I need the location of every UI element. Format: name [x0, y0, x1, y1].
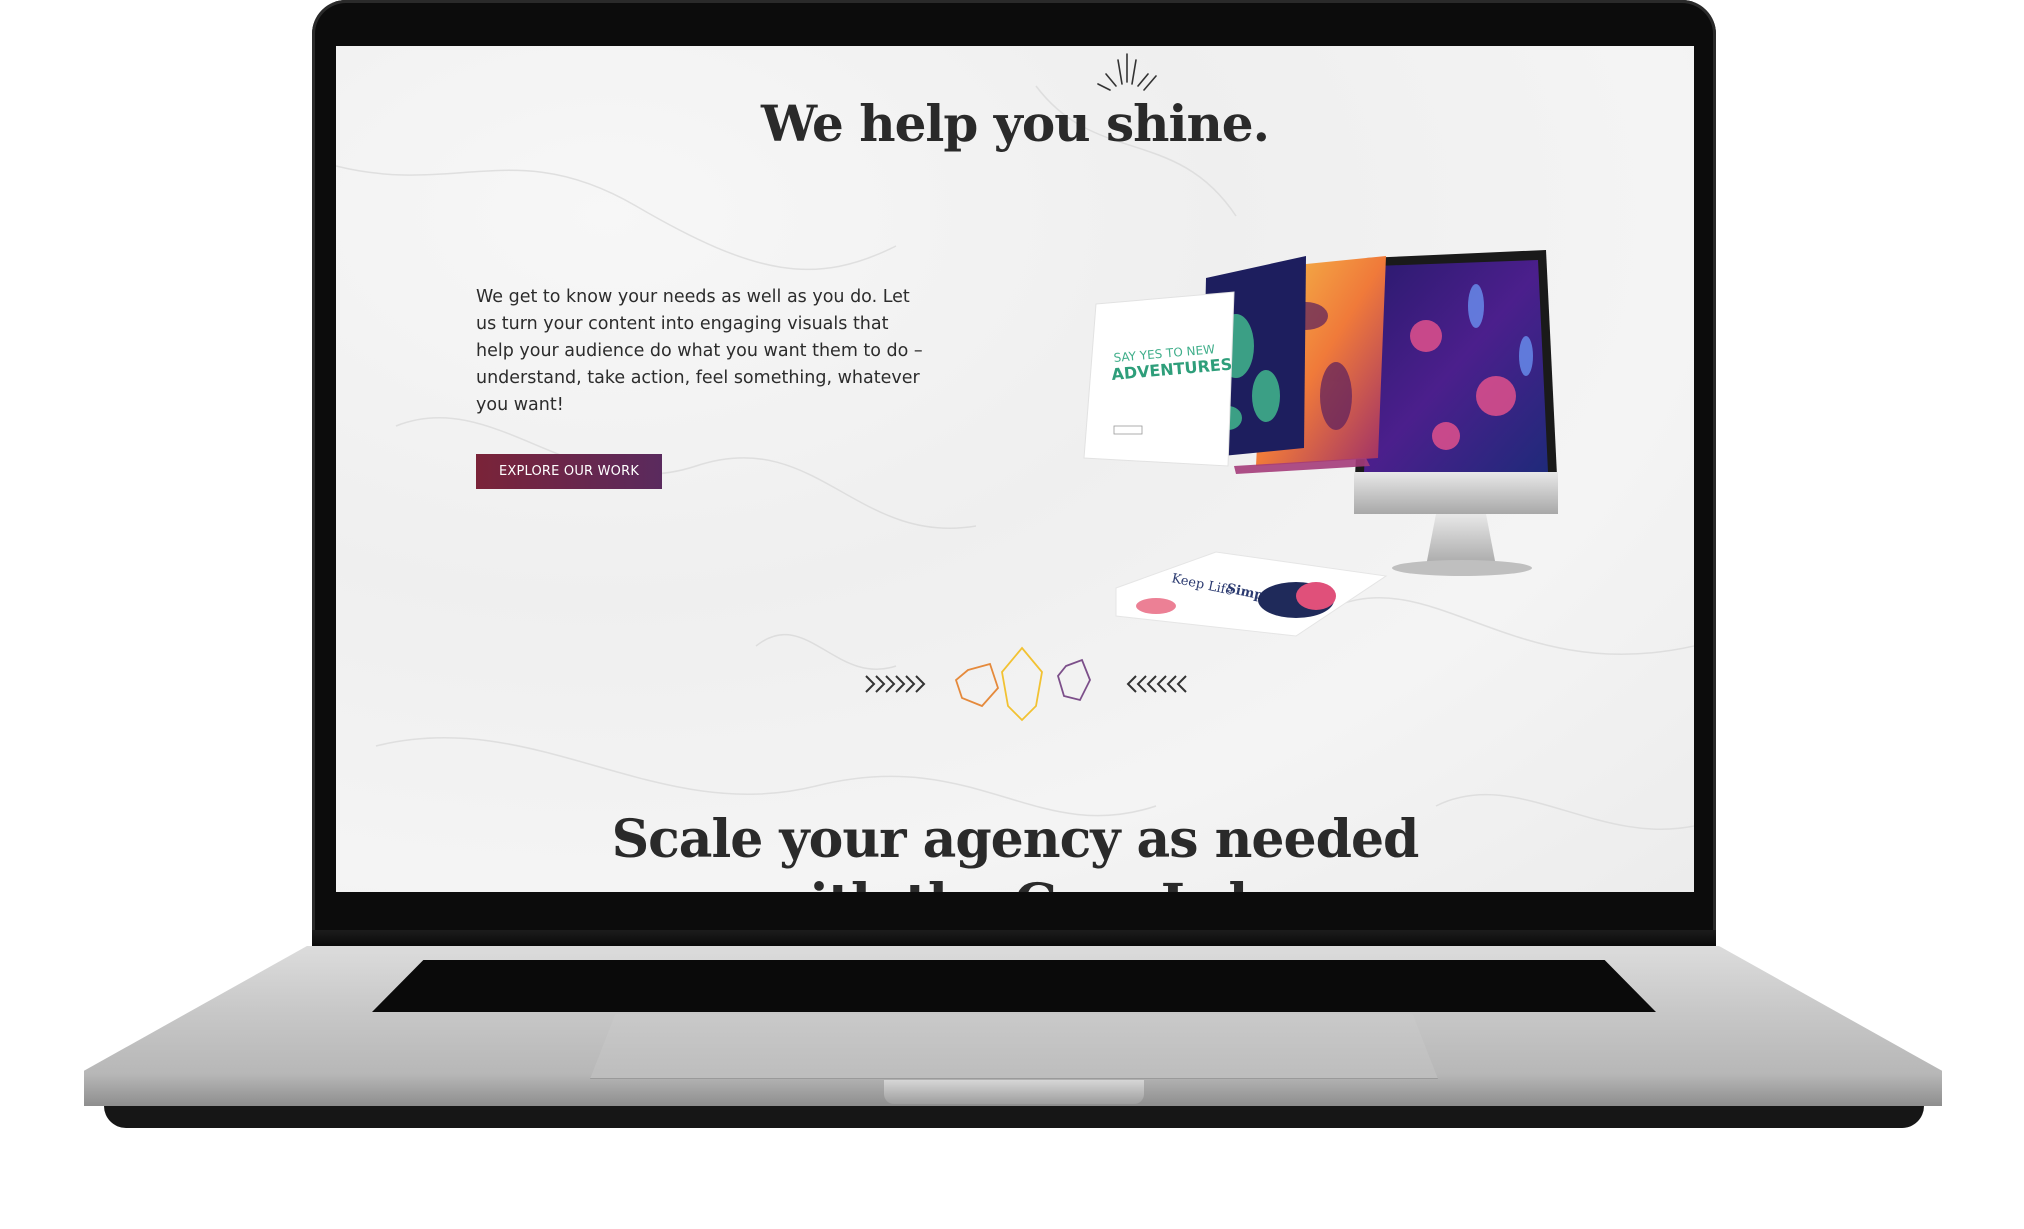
tablet-graphic: Keep Life Simple	[1115, 551, 1388, 637]
laptop-keyboard	[372, 960, 1656, 1012]
hero-headline: We help you shine.	[760, 94, 1270, 153]
section-headline-line2: with the Gem Lab	[336, 872, 1694, 892]
section-headline-line1: Scale your agency as needed	[611, 809, 1420, 870]
chevrons-right-icon	[865, 675, 926, 693]
sparkle-rays-icon	[1097, 53, 1157, 91]
gems-icon	[954, 646, 1091, 722]
laptop-notch	[884, 1080, 1144, 1104]
explore-our-work-button[interactable]: EXPLORE OUR WORK	[476, 454, 662, 489]
gems-divider-graphic	[865, 646, 1187, 722]
section-headline: Scale your agency as needed with the Gem…	[336, 808, 1694, 892]
monitor-graphic	[1354, 250, 1558, 576]
laptop-trackpad	[590, 1014, 1438, 1079]
hero-intro-text: We get to know your needs as well as you…	[476, 287, 923, 415]
website-screen: We help you shine. We get to know your n…	[336, 46, 1694, 892]
devices-showcase-illustration: SAY YES TO NEW ADVENTURES Keep Life Simp…	[1083, 250, 1558, 637]
chevrons-left-icon	[1126, 675, 1187, 693]
laptop-shadow	[104, 1106, 1924, 1128]
